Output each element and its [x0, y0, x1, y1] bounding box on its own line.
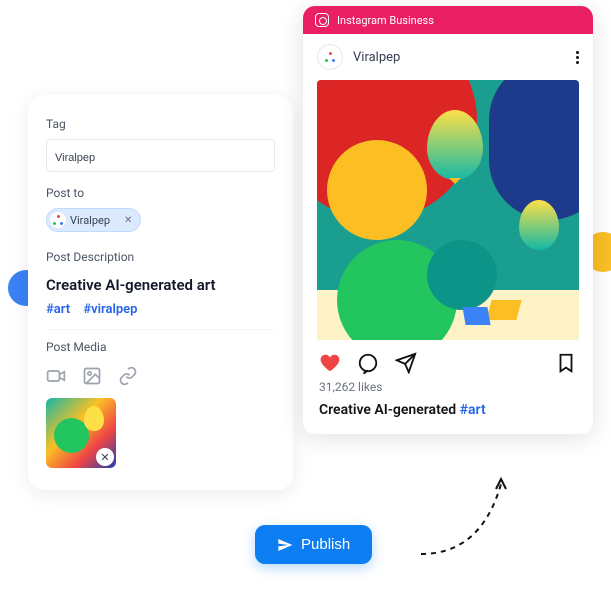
like-icon[interactable] [319, 352, 341, 374]
pill-remove-icon[interactable]: ✕ [124, 215, 132, 226]
platform-label: Instagram Business [337, 14, 434, 27]
publish-button[interactable]: Publish [255, 525, 372, 564]
pill-label: Viralpep [70, 214, 110, 227]
preview-image [317, 80, 579, 340]
preview-panel: Instagram Business Viralpep [303, 6, 593, 434]
hashtag-viralpep[interactable]: #viralpep [83, 302, 137, 317]
hashtags-row: #art #viralpep [46, 302, 275, 317]
preview-actions [303, 340, 593, 380]
instagram-icon [315, 13, 329, 27]
post-to-pill[interactable]: Viralpep ✕ [46, 208, 141, 232]
link-icon[interactable] [118, 366, 138, 386]
arrow-connector [411, 474, 531, 564]
viralpep-logo-icon [325, 52, 335, 62]
post-to-label: Post to [46, 186, 275, 200]
caption-text: Creative AI-generated [319, 402, 460, 418]
comment-icon[interactable] [357, 352, 379, 374]
thumb-remove-icon[interactable]: ✕ [96, 448, 114, 466]
image-icon[interactable] [82, 366, 102, 386]
send-icon [277, 537, 293, 553]
share-icon[interactable] [395, 352, 417, 374]
more-icon[interactable] [576, 51, 579, 64]
media-label: Post Media [46, 340, 275, 354]
tag-label: Tag [46, 117, 275, 131]
description-text[interactable]: Creative AI-generated art [46, 276, 275, 294]
caption: Creative AI-generated #art [303, 402, 593, 434]
compose-panel: Tag Post to Viralpep ✕ Post Description … [28, 95, 293, 490]
account-avatar [317, 44, 343, 70]
preview-header: Instagram Business [303, 6, 593, 34]
media-thumbnail[interactable]: ✕ [46, 398, 116, 468]
likes-count: 31,262 likes [303, 380, 593, 394]
tag-input-wrapper [46, 139, 275, 172]
publish-label: Publish [301, 536, 350, 553]
tag-input[interactable] [55, 152, 266, 164]
caption-hashtag[interactable]: #art [460, 402, 486, 418]
preview-account-row: Viralpep [303, 34, 593, 80]
bookmark-icon[interactable] [555, 352, 577, 374]
video-icon[interactable] [46, 366, 66, 386]
media-icons-row [46, 366, 275, 386]
account-name: Viralpep [353, 50, 400, 65]
description-label: Post Description [46, 250, 275, 264]
viralpep-logo-icon [53, 215, 63, 225]
divider [46, 329, 275, 330]
pill-avatar [50, 212, 66, 228]
hashtag-art[interactable]: #art [46, 302, 70, 317]
